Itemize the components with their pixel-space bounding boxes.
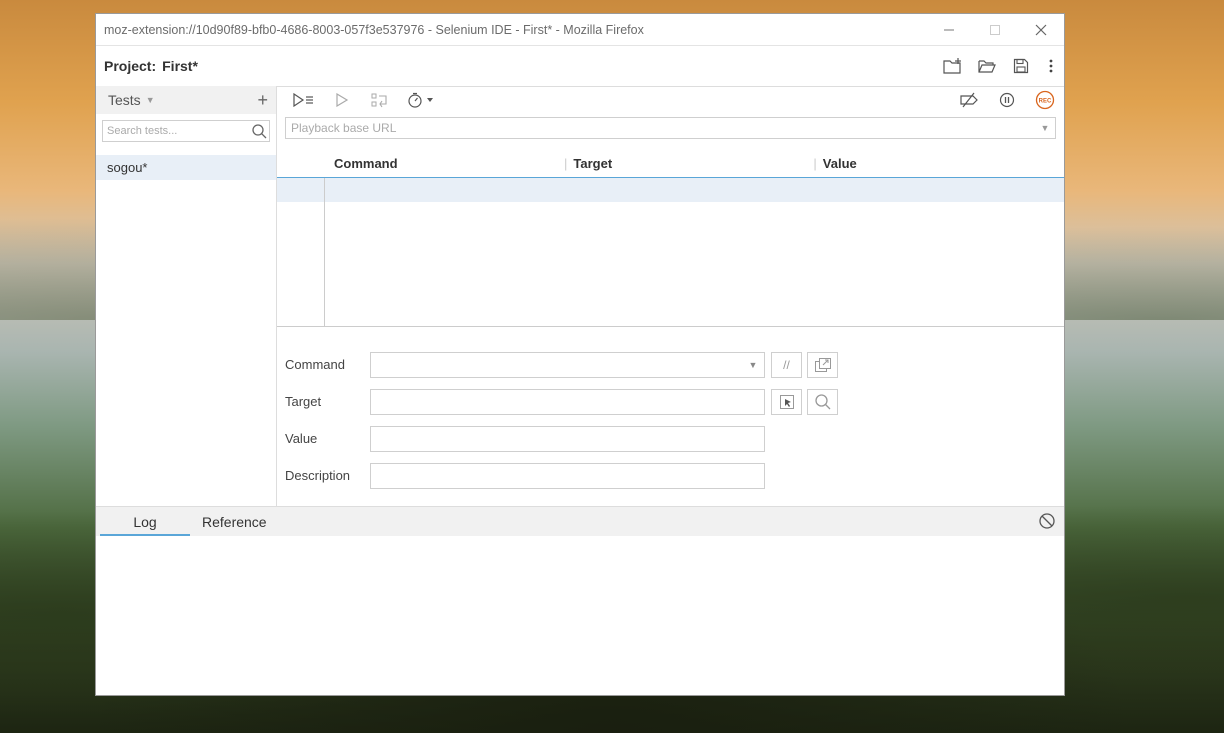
comment-toggle-button[interactable]: // <box>771 351 802 378</box>
target-input[interactable] <box>371 389 764 414</box>
maximize-button[interactable] <box>972 14 1018 45</box>
editor-toolbar: REC <box>277 86 1064 114</box>
pause-on-exceptions-button[interactable] <box>988 86 1026 114</box>
save-icon <box>1013 58 1029 74</box>
run-all-tests-button[interactable] <box>285 86 323 114</box>
pause-icon <box>999 92 1015 108</box>
command-form: Command ▼ // Target Value Description <box>285 346 838 494</box>
command-label: Command <box>285 357 345 372</box>
window-titlebar: moz-extension://10d90f89-bfb0-4686-8003-… <box>96 14 1064 46</box>
chevron-down-icon[interactable]: ▼ <box>742 360 764 370</box>
description-input[interactable] <box>371 463 764 488</box>
column-header-target: Target <box>573 156 613 171</box>
clear-log-button[interactable] <box>1038 512 1056 533</box>
tests-sidebar: Tests ▼ + sogou* <box>96 86 277 506</box>
table-header: Command | Target | Value <box>277 150 1064 178</box>
external-link-icon <box>814 357 831 372</box>
open-folder-icon <box>978 60 996 73</box>
record-icon: REC <box>1035 90 1055 110</box>
column-divider: | <box>564 156 568 171</box>
main-area: Tests ▼ + sogou* <box>96 86 1064 506</box>
stopwatch-icon <box>408 92 433 108</box>
minimize-button[interactable] <box>926 14 972 45</box>
target-label: Target <box>285 394 322 409</box>
step-over-button[interactable] <box>361 86 399 114</box>
test-item-sogou[interactable]: sogou* <box>96 155 276 180</box>
column-header-value: Value <box>822 156 857 171</box>
step-icon <box>371 93 387 108</box>
value-label: Value <box>285 431 318 446</box>
column-header-command: Command <box>334 156 398 171</box>
description-field <box>370 462 765 489</box>
select-target-button[interactable] <box>771 388 802 415</box>
chevron-down-icon[interactable]: ▼ <box>146 95 155 105</box>
search-icon <box>814 393 830 409</box>
minimize-icon <box>944 29 954 30</box>
target-field <box>370 388 765 415</box>
run-current-test-button[interactable] <box>323 86 361 114</box>
select-element-icon <box>779 394 794 409</box>
project-header: Project: First* <box>96 46 1064 87</box>
svg-text:REC: REC <box>1039 98 1052 104</box>
new-folder-icon <box>943 58 961 74</box>
close-window-button[interactable] <box>1018 14 1064 45</box>
selenium-ide-window: moz-extension://10d90f89-bfb0-4686-8003-… <box>95 13 1065 696</box>
open-reference-button[interactable] <box>807 351 838 378</box>
tab-log[interactable]: Log <box>100 507 190 536</box>
value-field <box>370 425 765 452</box>
table-row[interactable] <box>277 178 1064 202</box>
new-project-button[interactable] <box>936 46 970 86</box>
clear-icon <box>1039 513 1055 529</box>
disable-breakpoints-button[interactable] <box>950 86 988 114</box>
value-row: Value <box>285 420 838 457</box>
run-all-icon <box>293 93 313 107</box>
breakpoint-off-icon <box>960 92 978 108</box>
kebab-menu-icon <box>1049 59 1053 73</box>
tab-reference[interactable]: Reference <box>202 514 267 530</box>
search-tests-input[interactable] <box>103 124 251 138</box>
play-icon <box>336 93 349 107</box>
save-project-button[interactable] <box>1004 46 1038 86</box>
console-tabs: Log Reference <box>96 507 1064 536</box>
add-test-button[interactable]: + <box>257 91 268 109</box>
test-speed-button[interactable] <box>399 86 443 114</box>
chevron-down-icon[interactable]: ▼ <box>1035 123 1055 133</box>
target-row: Target <box>285 383 838 420</box>
project-name[interactable]: First* <box>156 58 936 74</box>
test-item-label: sogou* <box>107 160 148 175</box>
more-options-button[interactable] <box>1038 46 1064 86</box>
description-label: Description <box>285 468 351 483</box>
base-url-box: ▼ <box>285 117 1056 139</box>
toolbar-right-group: REC <box>950 86 1064 114</box>
search-icon <box>252 124 267 139</box>
description-row: Description <box>285 457 838 494</box>
close-icon <box>1035 24 1047 35</box>
window-title: moz-extension://10d90f89-bfb0-4686-8003-… <box>104 22 644 37</box>
value-input[interactable] <box>371 426 764 451</box>
table-index-gutter <box>324 178 325 326</box>
column-divider: | <box>813 156 817 171</box>
record-button[interactable]: REC <box>1026 86 1064 114</box>
open-project-button[interactable] <box>970 46 1004 86</box>
console-panel: Log Reference <box>96 506 1064 695</box>
base-url-input[interactable] <box>286 120 1035 136</box>
search-tests-box <box>102 120 270 142</box>
tests-header: Tests ▼ + <box>96 86 276 114</box>
find-target-button[interactable] <box>807 388 838 415</box>
command-input[interactable] <box>371 352 742 377</box>
maximize-icon <box>990 24 1000 35</box>
tests-dropdown-label[interactable]: Tests <box>108 92 141 108</box>
project-label: Project: <box>104 58 157 74</box>
command-table: Command | Target | Value <box>277 150 1064 327</box>
command-row: Command ▼ // <box>285 346 838 383</box>
command-field: ▼ <box>370 351 765 378</box>
test-editor: REC ▼ Command | Target | Value <box>277 86 1064 506</box>
